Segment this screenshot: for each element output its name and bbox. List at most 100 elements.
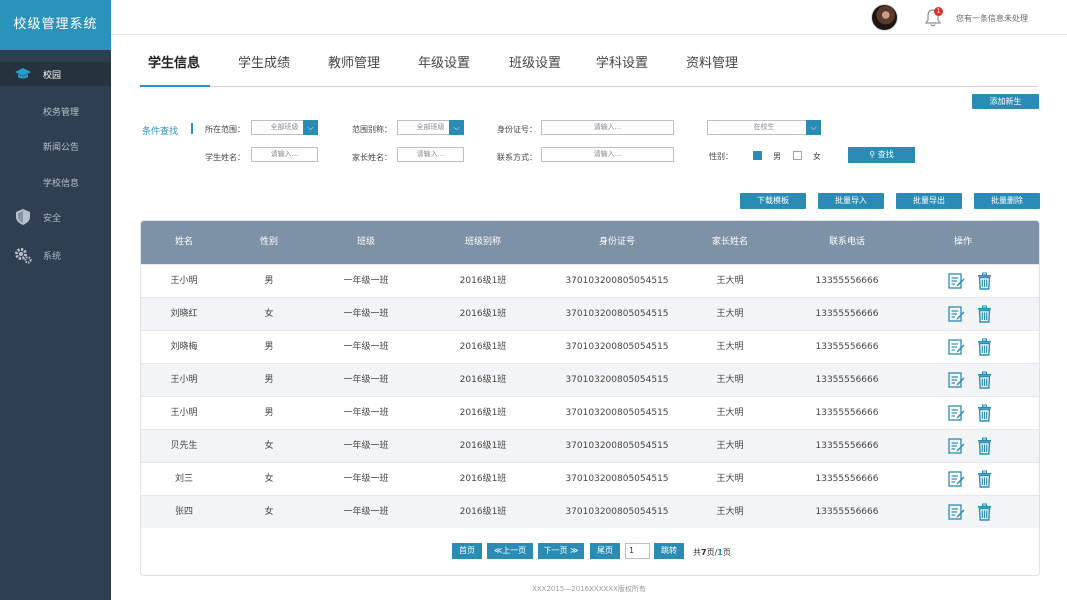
- avatar[interactable]: [871, 4, 898, 31]
- trash-icon[interactable]: [977, 272, 994, 290]
- page-total-mid: 页/: [706, 548, 718, 557]
- range-select[interactable]: 全部班级 ⌵: [251, 120, 318, 135]
- sidebar-item-campus[interactable]: 校园: [0, 62, 111, 86]
- student-table: 姓名 性别 班级 班级别称 身份证号 家长姓名 联系电话 操作 王小明男一年级一…: [140, 220, 1040, 576]
- id-number-input[interactable]: 请输入...: [541, 120, 674, 135]
- alias-select[interactable]: 全部班级 ⌵: [397, 120, 464, 135]
- sidebar-item-system[interactable]: 系统: [0, 243, 111, 267]
- notification-text[interactable]: 您有一条信息未处理: [956, 13, 1028, 24]
- search-button[interactable]: ⚲ 查找: [848, 147, 915, 163]
- edit-icon[interactable]: [948, 338, 965, 356]
- edit-icon[interactable]: [948, 371, 965, 389]
- add-student-button[interactable]: 添加新生: [972, 94, 1039, 109]
- batch-delete-button[interactable]: 批量删除: [974, 193, 1040, 209]
- column-header: 班级: [356, 237, 376, 247]
- page-total-prefix: 共: [693, 548, 701, 557]
- footer-copyright: XXX2015—2016XXXXXX版权所有: [532, 585, 646, 593]
- table-cell: 13355556666: [815, 441, 879, 451]
- download-template-button[interactable]: 下载模板: [740, 193, 806, 209]
- table-cell: 王大明: [716, 474, 744, 484]
- last-page-button[interactable]: 尾页: [590, 543, 620, 559]
- column-header: 姓名: [174, 237, 194, 247]
- table-cell: 370103200805054515: [565, 474, 669, 484]
- table-cell: 13355556666: [815, 309, 879, 319]
- trash-icon[interactable]: [977, 404, 994, 422]
- table-cell: 刘三: [174, 474, 194, 484]
- status-select[interactable]: 在校生 ⌵: [707, 120, 821, 135]
- search-icon: ⚲: [869, 150, 876, 159]
- contact-input[interactable]: 请输入...: [541, 147, 674, 162]
- trash-icon[interactable]: [977, 470, 994, 488]
- column-header: 家长姓名: [711, 237, 749, 247]
- jump-button[interactable]: 跳转: [654, 543, 684, 559]
- edit-icon[interactable]: [948, 404, 965, 422]
- trash-icon[interactable]: [977, 437, 994, 455]
- gender-female-checkbox[interactable]: [793, 151, 802, 160]
- page-number-input[interactable]: 1: [625, 543, 650, 559]
- tab-subject-settings[interactable]: 学科设置: [596, 52, 648, 71]
- first-page-button[interactable]: 首页: [452, 543, 482, 559]
- contact-label: 联系方式：: [497, 153, 537, 162]
- gender-male-checkbox[interactable]: [753, 151, 762, 160]
- table-cell: 13355556666: [815, 276, 879, 286]
- table-cell: 王大明: [716, 441, 744, 451]
- table-cell: 2016级1班: [459, 375, 507, 385]
- table-cell: 一年级一班: [343, 408, 389, 418]
- table-cell: 2016级1班: [459, 408, 507, 418]
- search-button-label: 查找: [877, 150, 894, 159]
- tab-grade-settings[interactable]: 年级设置: [418, 52, 470, 71]
- active-tab-indicator: [140, 85, 210, 87]
- trash-icon[interactable]: [977, 338, 994, 356]
- trash-icon[interactable]: [977, 305, 994, 323]
- table-cell: 370103200805054515: [565, 309, 669, 319]
- trash-icon[interactable]: [977, 503, 994, 521]
- tab-student-scores[interactable]: 学生成绩: [238, 52, 290, 71]
- table-cell: 男: [264, 375, 274, 385]
- table-cell: 2016级1班: [459, 441, 507, 451]
- edit-icon[interactable]: [948, 272, 965, 290]
- sidebar-item-affairs[interactable]: 校务管理: [0, 99, 111, 123]
- table-cell: 一年级一班: [343, 507, 389, 517]
- edit-icon[interactable]: [948, 305, 965, 323]
- chevron-down-icon: ⌵: [303, 120, 318, 135]
- table-cell: 370103200805054515: [565, 276, 669, 286]
- tab-student-info[interactable]: 学生信息: [148, 52, 200, 71]
- tab-materials[interactable]: 资料管理: [686, 52, 738, 71]
- tab-teacher-management[interactable]: 教师管理: [328, 52, 380, 71]
- trash-icon[interactable]: [977, 371, 994, 389]
- sidebar-item-label: 系统: [43, 251, 62, 262]
- batch-export-button[interactable]: 批量导出: [896, 193, 962, 209]
- prev-page-button[interactable]: ≪上一页: [487, 543, 533, 559]
- table-cell: 2016级1班: [459, 276, 507, 286]
- gears-icon: [14, 246, 32, 264]
- alias-label: 范围别称：: [352, 125, 392, 134]
- tab-class-settings[interactable]: 班级设置: [509, 52, 561, 71]
- table-cell: 370103200805054515: [565, 408, 669, 418]
- sidebar-item-news[interactable]: 新闻公告: [0, 134, 111, 158]
- parent-name-input[interactable]: 请输入...: [397, 147, 464, 162]
- tabs-divider: [140, 86, 1038, 87]
- table-cell: 刘晓红: [170, 309, 198, 319]
- sidebar-item-label: 校务管理: [43, 107, 80, 118]
- table-cell: 370103200805054515: [565, 342, 669, 352]
- edit-icon[interactable]: [948, 503, 965, 521]
- table-cell: 一年级一班: [343, 276, 389, 286]
- batch-import-button[interactable]: 批量导入: [818, 193, 884, 209]
- table-row: 王小明 男 一年级一班 2016级1班 370103200805054515 王大明 133…: [141, 396, 1039, 429]
- sidebar-item-label: 学校信息: [43, 178, 80, 189]
- column-header: 身份证号: [598, 237, 636, 247]
- range-select-value: 全部班级: [270, 123, 299, 131]
- sidebar-item-label: 新闻公告: [43, 142, 80, 153]
- table-cell: 女: [264, 507, 274, 517]
- column-header: 联系电话: [828, 237, 866, 247]
- table-row: 刘晓红 女 一年级一班 2016级1班 370103200805054515 王大明 133…: [141, 297, 1039, 330]
- table-cell: 王大明: [716, 375, 744, 385]
- sidebar-item-school-info[interactable]: 学校信息: [0, 170, 111, 194]
- next-page-button[interactable]: 下一页 ≫: [538, 543, 584, 559]
- sidebar-item-security[interactable]: 安全: [0, 205, 111, 229]
- student-name-input[interactable]: 请输入...: [251, 147, 318, 162]
- table-cell: 王大明: [716, 276, 744, 286]
- edit-icon[interactable]: [948, 470, 965, 488]
- table-cell: 13355556666: [815, 375, 879, 385]
- edit-icon[interactable]: [948, 437, 965, 455]
